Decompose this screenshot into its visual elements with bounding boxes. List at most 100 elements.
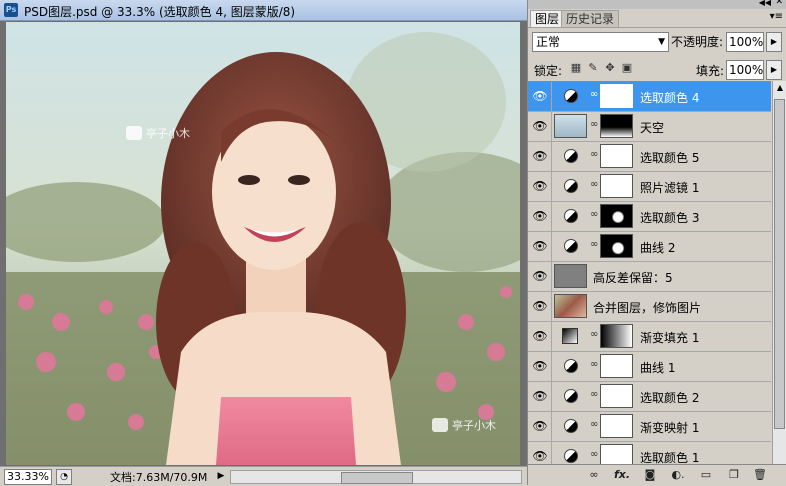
chain-icon[interactable]: ∞ <box>590 239 598 250</box>
layer-row[interactable]: 👁 ∞ 天空 <box>528 112 771 142</box>
layer-mask-thumbnail[interactable] <box>600 114 633 138</box>
layers-panel: ◀◀ ✕ 图层 历史记录 ▾≡ 正常 ▼ 不透明度: 100% ▶ 锁定: ▦ … <box>527 0 786 486</box>
eye-icon[interactable]: 👁 <box>532 359 548 373</box>
document-size-info: 文档:7.63M/70.9M <box>110 471 208 484</box>
scroll-thumb[interactable] <box>774 99 785 429</box>
layer-name: 照片滤镜 1 <box>640 181 700 195</box>
layer-mask-thumbnail[interactable] <box>600 354 633 378</box>
chain-icon[interactable]: ∞ <box>590 419 598 430</box>
chain-icon[interactable]: ∞ <box>590 329 598 340</box>
new-layer-icon[interactable]: ❐ <box>726 468 742 482</box>
tab-history[interactable]: 历史记录 <box>561 10 620 27</box>
scroll-up-icon[interactable]: ▲ <box>773 81 786 95</box>
eye-icon[interactable]: 👁 <box>532 449 548 463</box>
layer-row[interactable]: 👁 ∞ 选取颜色 1 <box>528 442 771 465</box>
layer-row[interactable]: 👁 高反差保留：5 <box>528 262 771 292</box>
eye-icon[interactable]: 👁 <box>532 299 548 313</box>
watermark-text: 亭子小木 <box>146 126 190 140</box>
layer-row[interactable]: 👁 ∞ 曲线 2 <box>528 232 771 262</box>
chain-icon[interactable]: ∞ <box>590 389 598 400</box>
zoom-field[interactable]: 33.33% <box>4 469 52 485</box>
layer-mask-thumbnail[interactable] <box>600 84 633 108</box>
canvas-image[interactable]: 亭子小木 亭子小木 <box>6 22 520 465</box>
adjustment-layer-icon <box>564 359 578 373</box>
adjustment-layer-icon <box>564 149 578 163</box>
fill-input[interactable]: 100% <box>726 60 764 80</box>
chain-icon[interactable]: ∞ <box>590 179 598 190</box>
lock-all-icon[interactable]: ▣ <box>620 61 634 75</box>
layer-row[interactable]: 👁 ∞ 渐变填充 1 <box>528 322 771 352</box>
layer-name: 选取颜色 5 <box>640 151 700 165</box>
fx-icon[interactable]: fx. <box>614 468 630 482</box>
layer-mask-thumbnail[interactable] <box>600 324 633 348</box>
layer-row[interactable]: 👁 ∞ 选取颜色 4 <box>528 82 771 112</box>
collapse-icon[interactable]: ◀◀ <box>759 0 771 7</box>
group-icon[interactable]: ▭ <box>698 468 714 482</box>
layer-name: 渐变填充 1 <box>640 331 700 345</box>
lock-transparency-icon[interactable]: ▦ <box>569 61 583 75</box>
eye-icon[interactable]: 👁 <box>532 239 548 253</box>
adjustment-icon[interactable]: ◐. <box>670 468 686 482</box>
scroll-thumb[interactable] <box>341 472 413 484</box>
status-bar: 33.33% ◔ 文档:7.63M/70.9M ▶ <box>0 466 527 486</box>
chain-icon[interactable]: ∞ <box>590 149 598 160</box>
adjustment-layer-icon <box>564 389 578 403</box>
eye-icon[interactable]: 👁 <box>532 89 548 103</box>
layer-row[interactable]: 👁 ∞ 选取颜色 2 <box>528 382 771 412</box>
chain-icon[interactable]: ∞ <box>590 359 598 370</box>
layer-row[interactable]: 👁 合并图层，修饰图片 <box>528 292 771 322</box>
layer-mask-thumbnail[interactable] <box>600 144 633 168</box>
opacity-input[interactable]: 100% <box>726 32 764 52</box>
eye-icon[interactable]: 👁 <box>532 269 548 283</box>
layer-mask-thumbnail[interactable] <box>600 444 633 465</box>
status-arrow-icon[interactable]: ▶ <box>215 469 227 483</box>
trash-icon[interactable]: 🗑 <box>752 468 768 482</box>
layer-row[interactable]: 👁 ∞ 选取颜色 5 <box>528 142 771 172</box>
adjustment-layer-icon <box>564 89 578 103</box>
eye-icon[interactable]: 👁 <box>532 119 548 133</box>
chain-icon[interactable]: ∞ <box>590 209 598 220</box>
eye-icon[interactable]: 👁 <box>532 179 548 193</box>
eye-icon[interactable]: 👁 <box>532 149 548 163</box>
eye-icon[interactable]: 👁 <box>532 419 548 433</box>
adjustment-layer-icon <box>564 209 578 223</box>
eye-icon[interactable]: 👁 <box>532 389 548 403</box>
mask-icon[interactable]: ◙ <box>642 468 658 482</box>
lock-brush-icon[interactable]: ✎ <box>586 61 600 75</box>
layer-row[interactable]: 👁 ∞ 选取颜色 3 <box>528 202 771 232</box>
tab-layers[interactable]: 图层 <box>530 10 565 27</box>
layer-row[interactable]: 👁 ∞ 曲线 1 <box>528 352 771 382</box>
layer-mask-thumbnail[interactable] <box>600 234 633 258</box>
layer-thumbnail[interactable] <box>554 294 587 318</box>
opacity-slider-button[interactable]: ▶ <box>766 32 782 52</box>
opacity-label: 不透明度: <box>671 35 724 49</box>
layer-thumbnail[interactable] <box>554 264 587 288</box>
layer-row[interactable]: 👁 ∞ 渐变映射 1 <box>528 412 771 442</box>
panel-tabs: 图层 历史记录 ▾≡ <box>528 9 786 28</box>
document-window: Ps PSD图层.psd @ 33.3% (选取颜色 4, 图层蒙版/8) 亭子… <box>0 0 527 486</box>
close-icon[interactable]: ✕ <box>775 0 783 7</box>
link-icon[interactable]: ∞ <box>586 468 602 482</box>
layer-row[interactable]: 👁 ∞ 照片滤镜 1 <box>528 172 771 202</box>
eye-icon[interactable]: 👁 <box>532 329 548 343</box>
chain-icon[interactable]: ∞ <box>590 449 598 460</box>
chain-icon[interactable]: ∞ <box>590 89 598 100</box>
layer-mask-thumbnail[interactable] <box>600 204 633 228</box>
vertical-scrollbar[interactable]: ▲ <box>772 81 786 464</box>
layer-name: 天空 <box>640 121 665 135</box>
lock-move-icon[interactable]: ✥ <box>603 61 617 75</box>
layer-mask-thumbnail[interactable] <box>600 414 633 438</box>
status-menu-icon[interactable]: ◔ <box>56 469 72 485</box>
layer-mask-thumbnail[interactable] <box>600 384 633 408</box>
layer-name: 曲线 2 <box>640 241 676 255</box>
layer-thumbnail[interactable] <box>554 114 587 138</box>
blend-mode-select[interactable]: 正常 ▼ <box>532 32 669 52</box>
panel-menu-icon[interactable]: ▾≡ <box>770 11 783 22</box>
eye-icon[interactable]: 👁 <box>532 209 548 223</box>
layer-name: 选取颜色 2 <box>640 391 700 405</box>
layer-mask-thumbnail[interactable] <box>600 174 633 198</box>
chain-icon[interactable]: ∞ <box>590 119 598 130</box>
fill-slider-button[interactable]: ▶ <box>766 60 782 80</box>
horizontal-scrollbar[interactable] <box>230 470 522 484</box>
document-title-bar[interactable]: Ps PSD图层.psd @ 33.3% (选取颜色 4, 图层蒙版/8) <box>0 0 527 21</box>
